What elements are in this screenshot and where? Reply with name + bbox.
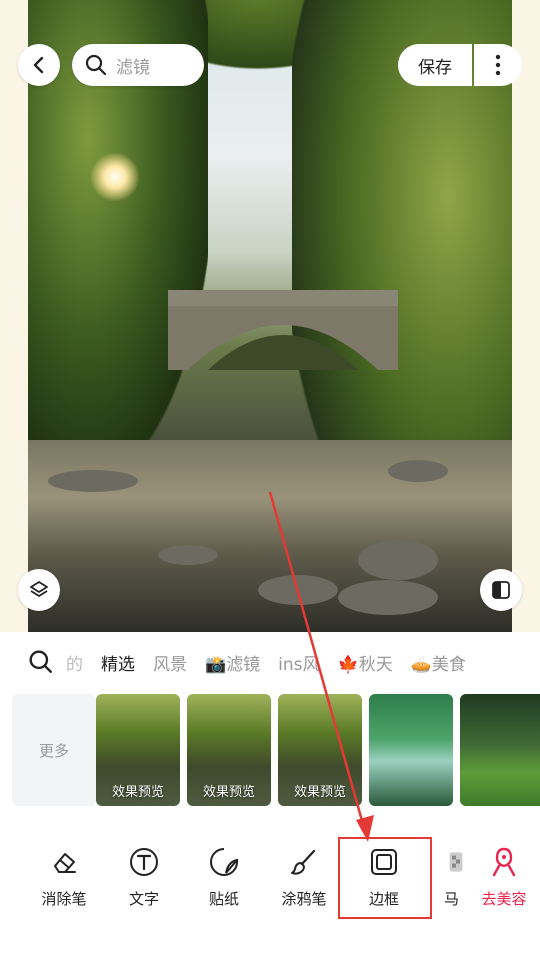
more-button[interactable] [474, 44, 522, 86]
tab-featured[interactable]: 精选 [101, 650, 135, 675]
tab-scenery[interactable]: 风景 [153, 650, 187, 675]
beauty-icon [492, 847, 516, 877]
filter-thumbnails: 更多 效果预览 效果预览 效果预览 [0, 694, 540, 806]
compare-icon [492, 581, 510, 599]
sticker-icon [210, 848, 238, 876]
filter-category-tabs: 的 精选 风景 📸滤镜 ins风 🍁秋天 🥧美食 [0, 632, 540, 692]
beauty-tool-button[interactable]: 去美容 [464, 844, 540, 909]
chevron-left-icon [33, 56, 44, 74]
tool-label: 涂鸦笔 [281, 890, 327, 908]
tool-label: 文字 [128, 890, 159, 908]
thumbnail-label: 效果预览 [293, 785, 346, 800]
tool-label: 消除笔 [41, 890, 87, 908]
photo-bridge [168, 290, 398, 370]
doodle-tool-button[interactable]: 涂鸦笔 [264, 844, 344, 909]
edited-photo[interactable] [28, 0, 512, 632]
tool-label: 去美容 [481, 890, 527, 908]
thumbnail-label: 效果预览 [202, 785, 255, 800]
layers-button[interactable] [18, 569, 60, 611]
compare-button[interactable] [480, 569, 522, 611]
layers-icon [30, 581, 48, 597]
search-input[interactable]: 滤镜 [72, 44, 204, 86]
tab-partial[interactable]: 的 [66, 650, 83, 675]
filter-thumbnail[interactable] [460, 694, 540, 806]
mosaic-icon [449, 852, 463, 872]
edit-toolbar: 消除笔 文字 贴纸 涂鸦笔 边框 马 去美容 [0, 830, 540, 930]
tab-ins-style[interactable]: ins风 [278, 650, 319, 675]
photo-rock [358, 540, 438, 580]
photo-rock [158, 545, 218, 565]
filter-thumbnail[interactable]: 效果预览 [96, 694, 180, 806]
photo-rock [258, 575, 338, 605]
tool-label: 贴纸 [208, 890, 239, 908]
photo-sun [90, 152, 140, 202]
photo-canvas-area: 滤镜 保存 [0, 0, 540, 632]
search-icon [85, 54, 107, 76]
text-icon [130, 848, 158, 876]
text-tool-button[interactable]: 文字 [104, 844, 184, 909]
save-button[interactable]: 保存 [398, 44, 472, 86]
eraser-tool-button[interactable]: 消除笔 [24, 844, 104, 909]
filter-thumbnail[interactable]: 效果预览 [278, 694, 362, 806]
tab-filter[interactable]: 📸滤镜 [205, 650, 260, 675]
brush-icon [291, 849, 316, 875]
highlight-box [338, 837, 432, 919]
filter-search-icon[interactable] [28, 649, 54, 675]
back-button[interactable] [18, 44, 60, 86]
search-placeholder: 滤镜 [116, 57, 150, 78]
filter-thumbnail[interactable] [369, 694, 453, 806]
sticker-tool-button[interactable]: 贴纸 [184, 844, 264, 909]
more-filters-label: 更多 [38, 741, 69, 760]
eraser-icon [54, 853, 76, 873]
tab-autumn[interactable]: 🍁秋天 [338, 650, 393, 675]
photo-rock [388, 460, 448, 482]
thumbnail-label: 效果预览 [111, 785, 164, 800]
photo-rock [48, 470, 138, 492]
more-vertical-icon [495, 54, 501, 76]
more-filters-button[interactable]: 更多 [12, 694, 96, 806]
filter-thumbnail[interactable]: 效果预览 [187, 694, 271, 806]
tab-food[interactable]: 🥧美食 [411, 650, 466, 675]
photo-rock [338, 580, 438, 615]
